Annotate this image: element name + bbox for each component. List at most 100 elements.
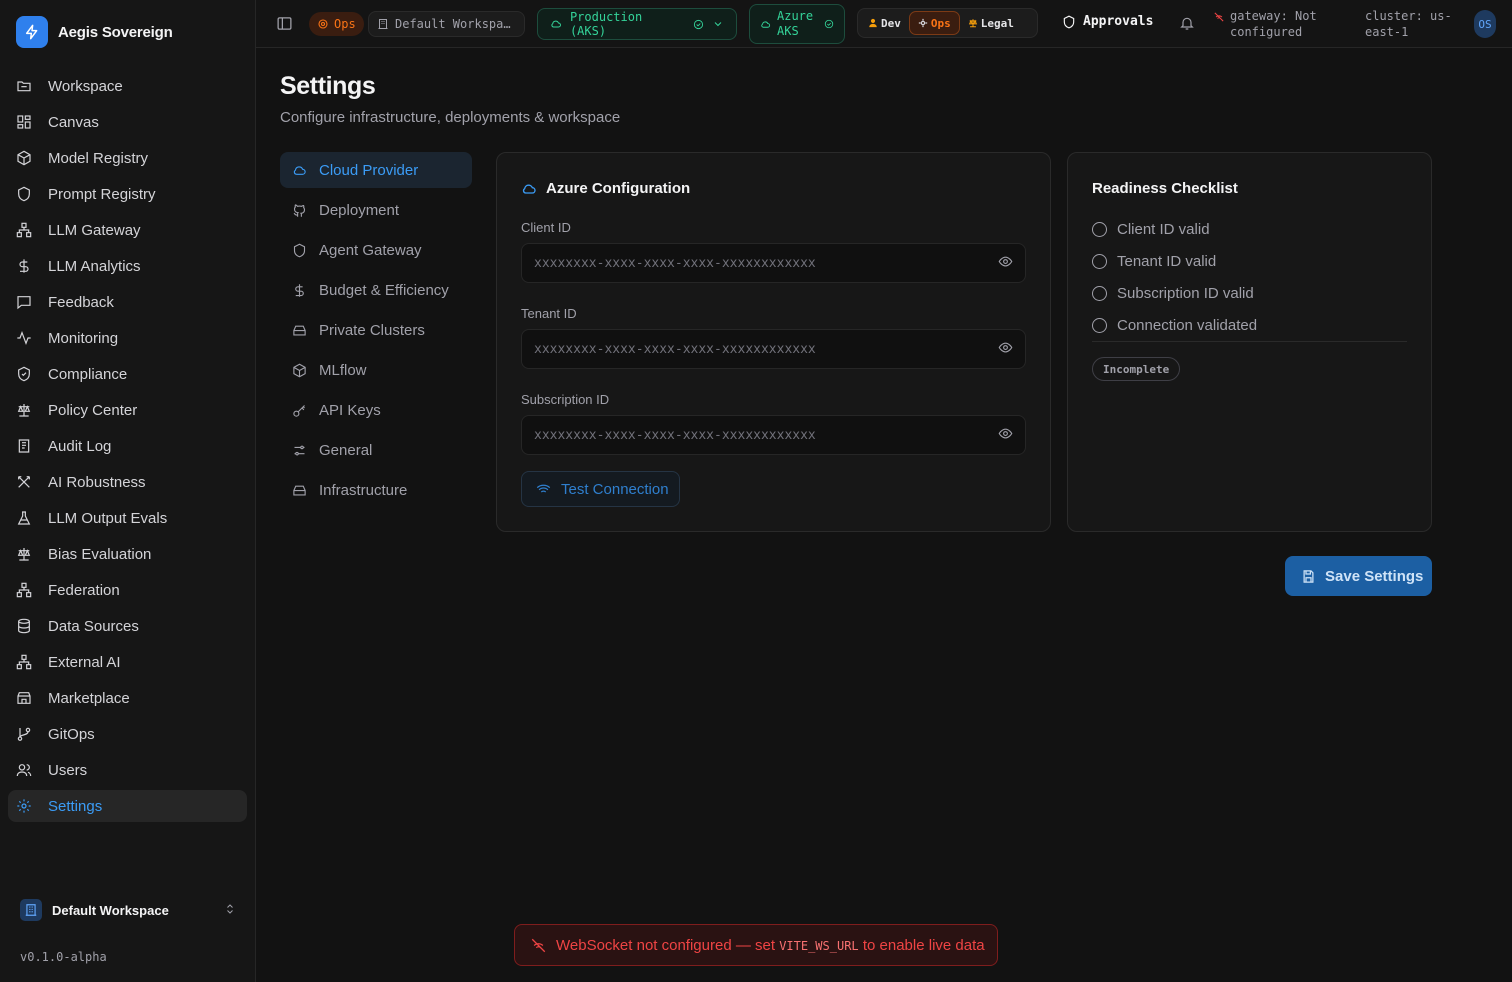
sidebar-item-gitops[interactable]: GitOps [8,718,247,750]
sidebar-item-canvas[interactable]: Canvas [8,106,247,138]
approvals-label: Approvals [1083,14,1154,29]
persona-label: Ops [930,16,951,30]
avatar[interactable]: OS [1474,10,1496,38]
sidebar-item-users[interactable]: Users [8,754,247,786]
test-connection-button[interactable]: Test Connection [521,471,680,507]
eye-icon[interactable] [998,340,1013,358]
sidebar-item-audit-log[interactable]: Audit Log [8,430,247,462]
sidebar-item-monitoring[interactable]: Monitoring [8,322,247,354]
sidebar-item-llm-gateway[interactable]: LLM Gateway [8,214,247,246]
gear-icon [17,799,31,813]
eye-icon[interactable] [998,254,1013,272]
sidebar-toggle-icon [277,17,292,30]
persona-ops[interactable]: Ops [908,11,960,35]
tenant-id-input[interactable] [534,341,998,357]
store-icon [17,692,31,704]
role-badge-label: Ops [334,17,356,31]
sidebar-item-llm-output-evals[interactable]: LLM Output Evals [8,502,247,534]
sidebar-item-federation[interactable]: Federation [8,574,247,606]
sidebar-item-bias-evaluation[interactable]: Bias Evaluation [8,538,247,570]
tenant-id-field [521,329,1026,369]
settings-tab-label: Cloud Provider [319,161,419,179]
toast-message: WebSocket not configured — set VITE_WS_U… [556,937,985,954]
building-icon [378,19,388,29]
settings-tab-cloud-provider[interactable]: Cloud Provider [280,152,472,188]
sidebar-item-label: Workspace [48,77,123,95]
settings-tab-infrastructure[interactable]: Infrastructure [280,472,472,508]
persona-legal[interactable]: Legal [960,11,1022,35]
sidebar-item-data-sources[interactable]: Data Sources [8,610,247,642]
git-icon [293,203,306,217]
settings-tab-label: Private Clusters [319,321,425,339]
settings-tab-private-clusters[interactable]: Private Clusters [280,312,472,348]
sidebar-item-marketplace[interactable]: Marketplace [8,682,247,714]
provider-label: Azure AKS [777,9,813,39]
eye-icon[interactable] [998,426,1013,444]
client-id-input[interactable] [534,255,998,271]
sidebar-item-label: Audit Log [48,437,112,455]
scale-icon [17,548,31,561]
persona-dev[interactable]: Dev [860,11,909,35]
sidebar-toggle-button[interactable] [276,15,293,32]
toast-suffix: to enable live data [862,936,985,954]
swords-icon [18,476,30,488]
cloud-icon [522,184,536,194]
settings-tab-deployment[interactable]: Deployment [280,192,472,228]
sidebar-item-prompt-registry[interactable]: Prompt Registry [8,178,247,210]
cluster-status-line1: cluster: us- [1365,9,1452,23]
sidebar-item-label: GitOps [48,725,95,743]
persona-label: Legal [980,16,1014,30]
sidebar-item-label: Feedback [48,293,114,311]
shield-check-icon [18,366,30,382]
sidebar-item-label: Canvas [48,113,99,131]
sidebar-item-settings[interactable]: Settings [8,790,247,822]
checklist-item: Subscription ID valid [1092,277,1257,309]
workspace-selector[interactable]: Default Workspa… [368,11,525,37]
sidebar-item-llm-analytics[interactable]: LLM Analytics [8,250,247,282]
approvals-button[interactable]: Approvals [1062,14,1153,29]
notifications-button[interactable] [1179,15,1195,31]
role-badge[interactable]: Ops [309,12,364,36]
brand[interactable]: Aegis Sovereign [16,16,173,48]
checklist-item: Connection validated [1092,309,1257,341]
workspace-selector-label: Default Workspa… [395,17,511,31]
sidebar-nav: Workspace Canvas Model Registry Prompt R… [8,70,247,826]
sidebar-item-label: Users [48,761,88,779]
sidebar-item-ai-robustness[interactable]: AI Robustness [8,466,247,498]
subscription-id-input[interactable] [534,427,998,443]
sidebar-item-policy-center[interactable]: Policy Center [8,394,247,426]
save-settings-button[interactable]: Save Settings [1285,556,1432,596]
page-title: Settings [280,72,376,100]
provider-badge[interactable]: Azure AKS [749,4,845,44]
settings-tab-general[interactable]: General [280,432,472,468]
save-settings-label: Save Settings [1325,567,1424,585]
settings-tab-api-keys[interactable]: API Keys [280,392,472,428]
server-icon [293,325,306,335]
settings-tab-mlflow[interactable]: MLflow [280,352,472,388]
workspace-name: Default Workspace [52,902,169,918]
status-badge: Incomplete [1092,357,1181,381]
sidebar-item-workspace[interactable]: Workspace [8,70,247,102]
sidebar-item-model-registry[interactable]: Model Registry [8,142,247,174]
sidebar-item-label: Federation [48,581,120,599]
tenant-id-label: Tenant ID [521,306,577,321]
sidebar-item-feedback[interactable]: Feedback [8,286,247,318]
cloud-icon [293,165,306,175]
sidebar-item-compliance[interactable]: Compliance [8,358,247,390]
settings-nav: Cloud Provider Deployment Agent Gateway … [280,152,472,512]
version-label: v0.1.0-alpha [20,950,107,964]
cloud-icon [551,20,561,28]
server-icon [293,485,306,495]
card-title-text: Azure Configuration [546,180,691,197]
settings-tab-label: Agent Gateway [319,241,422,259]
workspace-switcher[interactable]: Default Workspace [12,894,244,926]
shield-icon [18,186,30,202]
circle-icon [1092,317,1107,333]
settings-tab-budget-efficiency[interactable]: Budget & Efficiency [280,272,472,308]
activity-icon [17,330,31,346]
sidebar-item-external-ai[interactable]: External AI [8,646,247,678]
gear-icon [918,18,928,28]
environment-selector[interactable]: Production (AKS) [537,8,737,40]
wifi-off-icon [1214,12,1224,22]
settings-tab-agent-gateway[interactable]: Agent Gateway [280,232,472,268]
